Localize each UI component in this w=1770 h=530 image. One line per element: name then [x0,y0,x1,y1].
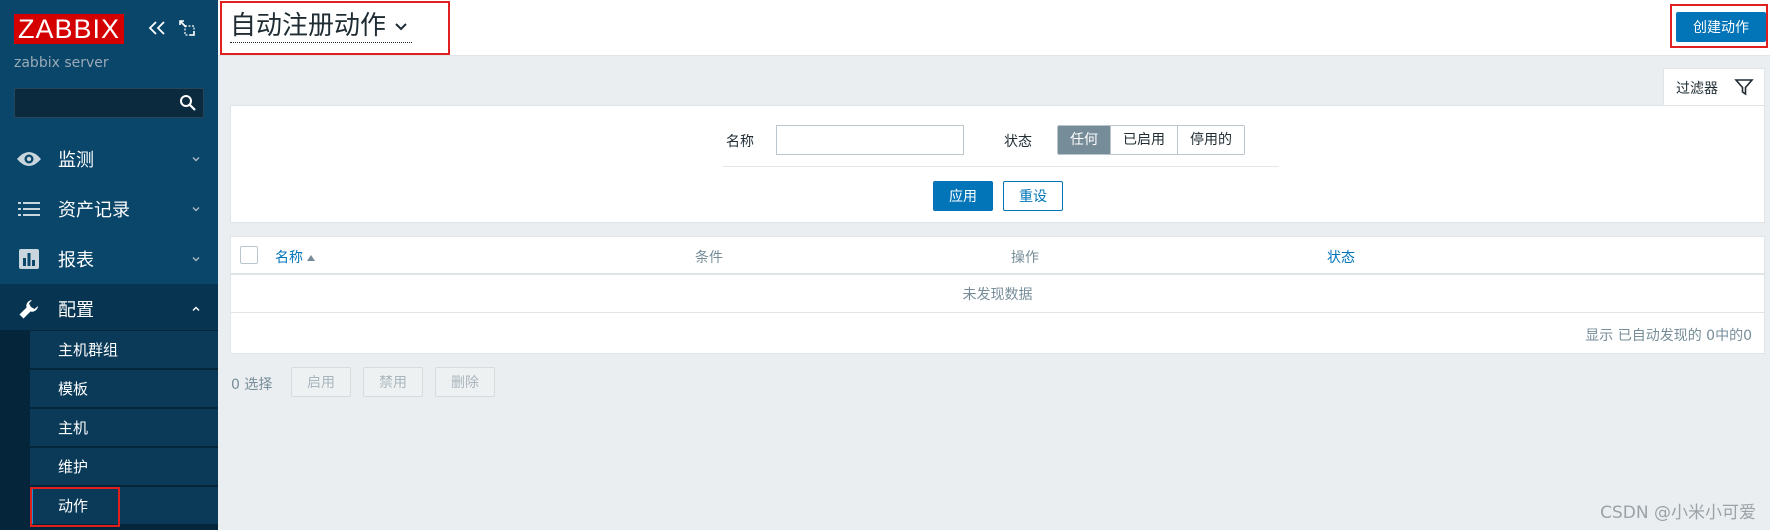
filter-tab-label: 过滤器 [1676,80,1718,97]
bar-chart-icon [16,246,42,272]
menu-label: 配置 [58,300,94,321]
server-name: zabbix server [14,55,109,71]
tab-filter[interactable]: 过滤器 [1663,68,1765,106]
wrench-icon [16,296,42,322]
eye-icon [16,146,42,172]
page-header: 自动注册动作 创建动作 [218,0,1770,56]
menu-label: 报表 [58,250,94,271]
select-all-checkbox[interactable] [240,246,258,264]
sidebar-search-input[interactable] [14,88,204,118]
chevron-down-icon [192,207,200,212]
menu-item-reports[interactable]: 报表 [0,234,218,284]
delete-button[interactable]: 删除 [435,367,495,397]
menu-item-monitoring[interactable]: 监测 [0,134,218,184]
search-icon[interactable] [179,94,197,116]
filter-panel: 名称 状态 任何 已启用 停用的 应用 重设 [230,105,1765,223]
selected-count: 0 选择 [231,377,273,393]
sidebar: ZABBIX zabbix server 监测 资产记录 报表 配置 主机群组 … [0,0,218,530]
list-icon [16,196,42,222]
kiosk-mode-icon[interactable] [176,16,198,40]
chevron-down-icon [192,157,200,162]
no-data-row: 未发现数据 [231,275,1764,313]
column-header-conditions: 条件 [695,250,723,266]
highlight-box-actions [30,487,120,527]
highlight-box-create [1670,4,1768,48]
enable-button[interactable]: 启用 [291,367,351,397]
menu-item-configuration[interactable]: 配置 [0,284,218,334]
chevron-up-icon [192,306,200,311]
filter-name-label: 名称 [726,134,754,150]
submenu-item-host-groups[interactable]: 主机群组 [30,331,218,369]
watermark-text: CSDN @小米小可爱 [1600,503,1756,523]
reset-button[interactable]: 重设 [1003,181,1063,211]
submenu-item-templates[interactable]: 模板 [30,370,218,408]
filter-status-label: 状态 [1004,134,1032,150]
main-menu: 监测 资产记录 报表 配置 [0,134,218,334]
menu-item-inventory[interactable]: 资产记录 [0,184,218,234]
actions-table: 名称 条件 操作 状态 未发现数据 显示 已自动发现的 0中的0 [230,236,1765,354]
status-option-enabled[interactable]: 已启用 [1111,126,1178,154]
apply-button[interactable]: 应用 [933,181,993,211]
logo-row: ZABBIX [14,14,125,44]
highlight-box-title [220,1,450,55]
zabbix-logo[interactable]: ZABBIX [14,14,125,44]
sort-asc-icon [307,255,315,261]
table-summary: 显示 已自动发现的 0中的0 [1585,328,1752,344]
status-option-disabled[interactable]: 停用的 [1178,126,1244,154]
collapse-sidebar-icon[interactable] [146,16,168,40]
submenu-item-hosts[interactable]: 主机 [30,409,218,447]
filter-name-input[interactable] [776,125,964,155]
column-header-status[interactable]: 状态 [1327,247,1355,267]
filter-divider [723,166,1279,167]
submenu-rail [0,330,30,530]
column-header-operations: 操作 [1011,250,1039,266]
disable-button[interactable]: 禁用 [363,367,423,397]
filter-icon [1734,79,1754,96]
chevron-down-icon [192,257,200,262]
column-header-name[interactable]: 名称 [275,247,316,267]
status-option-any[interactable]: 任何 [1058,126,1111,154]
menu-label: 监测 [58,150,94,171]
table-header: 名称 条件 操作 状态 [231,237,1764,275]
menu-label: 资产记录 [58,200,130,221]
status-radio-group: 任何 已启用 停用的 [1057,125,1245,155]
submenu-item-maintenance[interactable]: 维护 [30,448,218,486]
